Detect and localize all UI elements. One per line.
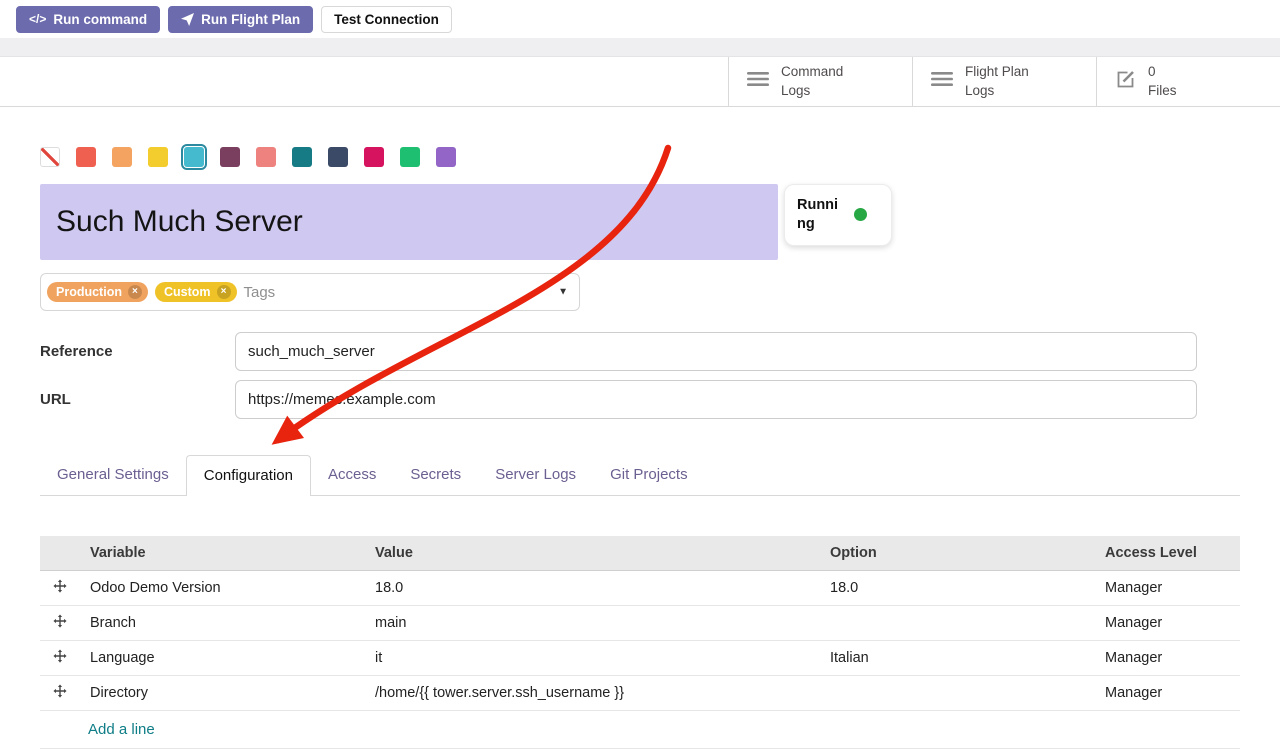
status-ribbon: Running <box>784 184 892 246</box>
access-level-cell[interactable]: Manager <box>1095 676 1240 711</box>
form-fields: Reference URL <box>40 332 1240 419</box>
swatch-salmon-pink[interactable] <box>256 147 276 167</box>
table-row[interactable]: Language it Italian Manager <box>40 641 1240 676</box>
swatch-orange[interactable] <box>112 147 132 167</box>
option-cell[interactable]: Italian <box>820 641 1095 676</box>
tab-secrets[interactable]: Secrets <box>393 455 478 495</box>
swatch-light-blue[interactable] <box>184 147 204 167</box>
drag-handle-icon[interactable] <box>40 606 80 641</box>
configuration-table: Variable Value Option Access Level Odoo … <box>40 536 1240 711</box>
tab-configuration[interactable]: Configuration <box>186 455 311 496</box>
variable-cell[interactable]: Branch <box>80 606 365 641</box>
dropdown-caret-icon[interactable] <box>558 287 568 298</box>
add-a-line-link[interactable]: Add a line <box>88 721 155 738</box>
menu-icon <box>747 71 769 92</box>
tag-custom-label: Custom <box>164 285 211 299</box>
stat-button-bar: Command Logs Flight Plan Logs 0 Files <box>0 57 1280 107</box>
tab-general-settings[interactable]: General Settings <box>40 455 186 495</box>
status-green-dot-icon <box>854 208 867 221</box>
paper-plane-icon <box>181 13 194 26</box>
swatch-dark-blue[interactable] <box>328 147 348 167</box>
drag-handle-icon[interactable] <box>40 676 80 711</box>
run-command-button[interactable]: </> Run command <box>16 6 160 33</box>
files-label: Files <box>1148 82 1177 100</box>
command-logs-label: Command Logs <box>781 63 859 99</box>
value-cell[interactable]: /home/{{ tower.server.ssh_username }} <box>365 676 820 711</box>
breadcrumb-band <box>0 38 1280 57</box>
run-command-label: Run command <box>53 12 147 27</box>
title-row: Running <box>40 184 1240 260</box>
status-label: Running <box>797 196 845 234</box>
add-line-row: Add a line <box>40 711 1240 749</box>
access-level-cell[interactable]: Manager <box>1095 641 1240 676</box>
table-row[interactable]: Odoo Demo Version 18.0 18.0 Manager <box>40 571 1240 606</box>
value-column-header: Value <box>365 536 820 571</box>
option-cell[interactable] <box>820 606 1095 641</box>
drag-handle-icon[interactable] <box>40 571 80 606</box>
reference-input[interactable] <box>235 332 1197 371</box>
swatch-red[interactable] <box>76 147 96 167</box>
url-input[interactable] <box>235 380 1197 419</box>
code-icon: </> <box>29 12 46 26</box>
url-label: URL <box>40 391 235 408</box>
table-row[interactable]: Branch main Manager <box>40 606 1240 641</box>
reference-row: Reference <box>40 332 1240 371</box>
tag-production-label: Production <box>56 285 122 299</box>
flight-plan-logs-label: Flight Plan Logs <box>965 63 1043 99</box>
swatch-yellow[interactable] <box>148 147 168 167</box>
test-connection-button[interactable]: Test Connection <box>321 6 452 33</box>
value-cell[interactable]: 18.0 <box>365 571 820 606</box>
url-row: URL <box>40 380 1240 419</box>
swatch-fuchsia[interactable] <box>364 147 384 167</box>
tags-placeholder: Tags <box>244 284 276 301</box>
table-header-row: Variable Value Option Access Level <box>40 536 1240 571</box>
swatch-purple[interactable] <box>436 147 456 167</box>
variable-cell[interactable]: Directory <box>80 676 365 711</box>
remove-tag-icon[interactable] <box>217 285 231 299</box>
access-level-cell[interactable]: Manager <box>1095 571 1240 606</box>
notebook-tabs: General Settings Configuration Access Se… <box>40 455 1240 496</box>
server-form-sheet: Running Production Custom Tags Reference… <box>0 147 1280 749</box>
variable-cell[interactable]: Language <box>80 641 365 676</box>
server-name-input[interactable] <box>40 184 778 260</box>
tag-production[interactable]: Production <box>47 282 148 302</box>
flight-plan-logs-button[interactable]: Flight Plan Logs <box>912 57 1096 106</box>
variable-column-header: Variable <box>80 536 365 571</box>
run-flight-plan-button[interactable]: Run Flight Plan <box>168 6 313 33</box>
value-cell[interactable]: main <box>365 606 820 641</box>
remove-tag-icon[interactable] <box>128 285 142 299</box>
access-level-cell[interactable]: Manager <box>1095 606 1240 641</box>
swatch-teal[interactable] <box>292 147 312 167</box>
option-column-header: Option <box>820 536 1095 571</box>
tab-git-projects[interactable]: Git Projects <box>593 455 705 495</box>
reference-label: Reference <box>40 343 235 360</box>
handle-column-header <box>40 536 80 571</box>
command-logs-button[interactable]: Command Logs <box>728 57 912 106</box>
tab-server-logs[interactable]: Server Logs <box>478 455 593 495</box>
tags-field[interactable]: Production Custom Tags <box>40 273 580 311</box>
run-flight-plan-label: Run Flight Plan <box>201 12 300 27</box>
option-cell[interactable]: 18.0 <box>820 571 1095 606</box>
variable-cell[interactable]: Odoo Demo Version <box>80 571 365 606</box>
files-label-stack: 0 Files <box>1148 63 1177 99</box>
files-button[interactable]: 0 Files <box>1096 57 1280 106</box>
option-cell[interactable] <box>820 676 1095 711</box>
top-action-bar: </> Run command Run Flight Plan Test Con… <box>0 0 1280 38</box>
files-count: 0 <box>1148 63 1177 81</box>
menu-icon <box>931 71 953 92</box>
swatch-no-color[interactable] <box>40 147 60 167</box>
test-connection-label: Test Connection <box>334 12 439 27</box>
tab-access[interactable]: Access <box>311 455 393 495</box>
swatch-green[interactable] <box>400 147 420 167</box>
color-palette <box>40 147 1240 167</box>
swatch-dark-purple[interactable] <box>220 147 240 167</box>
drag-handle-icon[interactable] <box>40 641 80 676</box>
table-row[interactable]: Directory /home/{{ tower.server.ssh_user… <box>40 676 1240 711</box>
edit-icon <box>1115 69 1136 95</box>
value-cell[interactable]: it <box>365 641 820 676</box>
access-level-column-header: Access Level <box>1095 536 1240 571</box>
tag-custom[interactable]: Custom <box>155 282 237 302</box>
